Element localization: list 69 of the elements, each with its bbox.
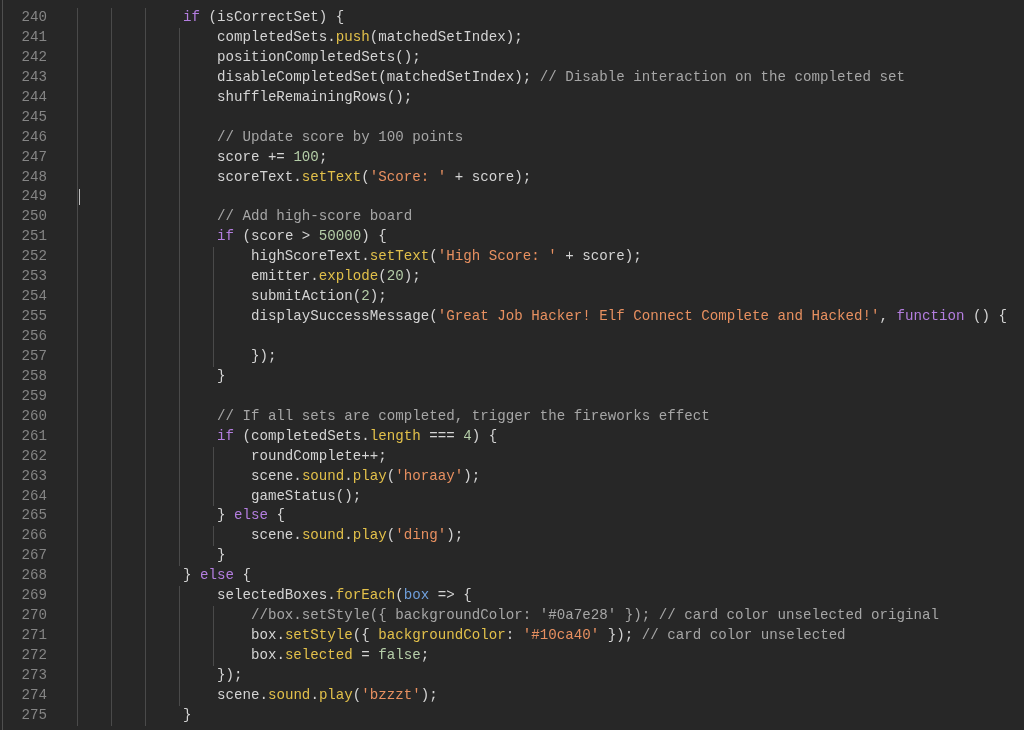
code-line: }	[216, 366, 226, 386]
line-number: 272	[20, 646, 47, 665]
line-number: 243	[20, 67, 47, 87]
line-number: 259	[20, 386, 47, 406]
code-line: // Add high-score board	[216, 207, 413, 227]
line-number: 269	[20, 586, 47, 606]
line-number: 273	[20, 665, 47, 685]
code-line: }	[182, 705, 192, 725]
line-number: 241	[20, 27, 47, 47]
line-number: 242	[20, 47, 47, 67]
line-number: 244	[20, 87, 47, 107]
code-line: // If all sets are completed, trigger the fireworks effect	[216, 406, 710, 426]
line-number: 271	[20, 626, 47, 646]
code-line: scene.sound.play('bzzzt');	[216, 685, 438, 705]
code-line: }	[216, 546, 226, 566]
code-line: positionCompletedSets();	[216, 47, 421, 67]
line-number: 253	[20, 267, 47, 287]
code-line: if (completedSets.length === 4) {	[216, 426, 498, 446]
code-line: highScoreText.setText('High Score: ' + score);	[250, 247, 642, 267]
line-number: 261	[20, 426, 47, 446]
code-line: } else {	[182, 566, 251, 586]
line-number: 267	[20, 546, 47, 566]
line-number: 262	[20, 446, 47, 466]
code-line: submitAction(2);	[250, 287, 387, 307]
code-line: if (score > 50000) {	[216, 227, 387, 247]
code-line: scene.sound.play('ding');	[250, 526, 464, 546]
line-number: 255	[20, 307, 47, 327]
code-line: if (isCorrectSet) {	[182, 8, 345, 27]
line-number: 249	[20, 187, 47, 207]
line-number: 256	[20, 327, 47, 346]
code-line: box.setStyle({ backgroundColor: '#10ca40' }); // card color unselected	[250, 626, 846, 646]
code-line: } else {	[216, 506, 285, 526]
code-line: shuffleRemainingRows();	[216, 87, 413, 107]
line-number: 260	[20, 406, 47, 426]
code-line: roundComplete++;	[250, 446, 387, 466]
line-number: 247	[20, 147, 47, 167]
code-line: gameStatus();	[250, 486, 362, 506]
indent-guide	[213, 526, 215, 547]
line-number: 258	[20, 366, 47, 386]
line-number: 265	[20, 506, 47, 526]
code-line: emitter.explode(20);	[250, 267, 421, 287]
line-number: 268	[20, 566, 47, 586]
line-number: 266	[20, 526, 47, 546]
line-number: 240	[20, 8, 47, 27]
line-number: 245	[20, 107, 47, 127]
line-number: 251	[20, 227, 47, 247]
line-number: 275	[20, 705, 47, 725]
code-line: disableCompletedSet(matchedSetIndex); // Disable interaction on the completed set	[216, 67, 906, 87]
line-number: 274	[20, 685, 47, 705]
code-line: completedSets.push(matchedSetIndex);	[216, 27, 523, 47]
code-line: scoreText.setText('Score: ' + score);	[216, 167, 532, 187]
line-number: 254	[20, 287, 47, 307]
code-line: box.selected = false;	[250, 646, 430, 665]
code-line: });	[250, 346, 277, 366]
code-line: // Update score by 100 points	[216, 127, 464, 147]
line-number: 270	[20, 606, 47, 626]
line-number: 264	[20, 486, 47, 506]
code-line: //box.setStyle({ backgroundColor: '#0a7e28' }); // card color unselected original	[250, 606, 939, 626]
line-number: 250	[20, 207, 47, 227]
line-number: 246	[20, 127, 47, 147]
line-number: 248	[20, 167, 47, 187]
code-line: selectedBoxes.forEach(box => {	[216, 586, 472, 606]
code-line: });	[216, 665, 243, 685]
line-number: 252	[20, 247, 47, 267]
code-line: score += 100;	[216, 147, 328, 167]
code-line: displaySuccessMessage('Great Job Hacker! Elf Connect Complete and Hacked!', function () {	[250, 307, 1007, 327]
line-number: 257	[20, 346, 47, 366]
code-line: scene.sound.play('horaay');	[250, 466, 481, 486]
line-number: 263	[20, 466, 47, 486]
